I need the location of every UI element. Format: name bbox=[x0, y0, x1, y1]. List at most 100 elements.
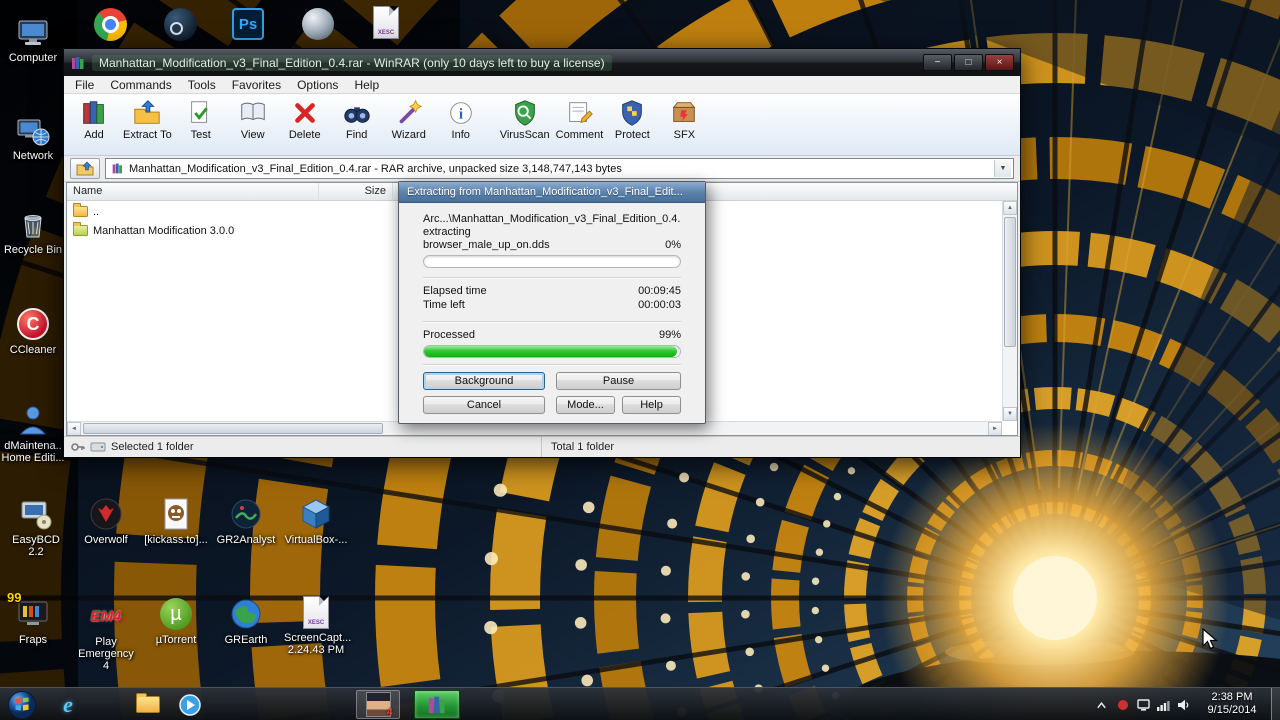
menu-commands[interactable]: Commands bbox=[102, 77, 179, 93]
desktop-icon-fraps[interactable]: 99 Fraps bbox=[1, 590, 65, 646]
desktop-icon-label: Recycle Bin bbox=[3, 244, 63, 256]
scroll-down-button[interactable]: ▼ bbox=[1003, 407, 1017, 421]
status-selected-text: Selected 1 folder bbox=[111, 441, 194, 453]
desktop-icon-overwolf[interactable]: Overwolf bbox=[74, 496, 138, 546]
desktop-icon-chrome[interactable] bbox=[88, 6, 132, 42]
background-button[interactable]: Background bbox=[423, 372, 545, 390]
desktop-icon-label: Play Emergency 4 bbox=[78, 636, 134, 672]
taskbar-media-player-button[interactable] bbox=[170, 690, 210, 719]
maximize-button[interactable]: □ bbox=[954, 54, 983, 71]
desktop-icon-utorrent[interactable]: µ µTorrent bbox=[144, 596, 208, 646]
archive-path-line: Arc...\Manhattan_Modification_v3_Final_E… bbox=[423, 213, 681, 225]
desktop-icon-label: GREarth bbox=[224, 634, 268, 646]
minimize-button[interactable]: − bbox=[923, 54, 952, 71]
desktop-icon-gray-sphere[interactable] bbox=[296, 6, 340, 42]
toolbar-extract-button[interactable]: Extract To bbox=[120, 97, 175, 141]
up-one-level-button[interactable] bbox=[70, 158, 100, 179]
photoshop-icon: Ps bbox=[230, 6, 266, 42]
desktop-icon-screencapture[interactable]: XESC ScreenCapt... 2.24.43 PM bbox=[284, 594, 352, 656]
tray-volume-icon[interactable] bbox=[1174, 688, 1192, 720]
taskbar-ie-button[interactable]: e bbox=[48, 690, 88, 719]
desktop-icon-kickass[interactable]: [kickass.to]... bbox=[144, 496, 208, 546]
toolbar-label: SFX bbox=[673, 129, 696, 141]
taskbar-winrar-button[interactable] bbox=[414, 690, 460, 719]
tray-display-icon[interactable] bbox=[1134, 688, 1152, 720]
toolbar-view-button[interactable]: View bbox=[227, 97, 279, 141]
menu-tools[interactable]: Tools bbox=[180, 77, 224, 93]
desktop-icon-xesc[interactable]: XESC bbox=[364, 4, 408, 40]
tray-ccleaner-icon[interactable] bbox=[1114, 688, 1132, 720]
desktop-icon-grearth[interactable]: GREarth bbox=[214, 596, 278, 646]
info-icon: i bbox=[445, 98, 477, 128]
desktop-icon-computer[interactable]: Computer bbox=[1, 14, 65, 64]
desktop-icon-emergency4[interactable]: EM4 Play Emergency 4 bbox=[74, 598, 138, 673]
hidden-icons-button[interactable] bbox=[1092, 688, 1110, 720]
divider bbox=[423, 321, 681, 323]
toolbar-info-button[interactable]: i Info bbox=[435, 97, 487, 141]
archive-path-combo[interactable]: Manhattan_Modification_v3_Final_Edition_… bbox=[105, 158, 1014, 179]
toolbar-add-button[interactable]: Add bbox=[68, 97, 120, 141]
desktop-icon-dmaintenance[interactable]: dMaintena.. Home Editi... bbox=[1, 402, 65, 464]
toolbar-virusscan-button[interactable]: VirusScan bbox=[497, 97, 553, 141]
folder-up-icon bbox=[76, 161, 94, 176]
scroll-up-button[interactable]: ▲ bbox=[1003, 201, 1017, 215]
start-button[interactable] bbox=[2, 690, 42, 719]
toolbar-protect-button[interactable]: Protect bbox=[606, 97, 658, 141]
file-name: Manhattan Modification 3.0.0 bbox=[93, 224, 235, 237]
dialog-buttons-row1: Background Pause bbox=[423, 372, 681, 390]
scroll-right-button[interactable]: ► bbox=[988, 422, 1002, 435]
dialog-buttons-row2: Cancel Mode... Help bbox=[423, 396, 681, 414]
extract-dialog-titlebar[interactable]: Extracting from Manhattan_Modification_v… bbox=[399, 182, 705, 203]
taskbar-explorer-button[interactable] bbox=[128, 690, 168, 719]
desktop-icon-photoshop[interactable]: Ps bbox=[226, 6, 270, 42]
toolbar-wizard-button[interactable]: Wizard bbox=[383, 97, 435, 141]
tray-network-icon[interactable] bbox=[1154, 688, 1172, 720]
menu-file[interactable]: File bbox=[67, 77, 102, 93]
winrar-titlebar[interactable]: Manhattan_Modification_v3_Final_Edition_… bbox=[64, 49, 1020, 76]
combo-dropdown-button[interactable]: ▼ bbox=[994, 160, 1011, 177]
taskbar-clock[interactable]: 2:38 PM 9/15/2014 bbox=[1198, 691, 1266, 717]
column-header-size[interactable]: Size bbox=[319, 183, 393, 200]
menu-options[interactable]: Options bbox=[289, 77, 346, 93]
overwolf-icon bbox=[88, 496, 124, 532]
desktop-icon-virtualbox[interactable]: VirtualBox-... bbox=[284, 496, 348, 546]
toolbar-delete-button[interactable]: Delete bbox=[279, 97, 331, 141]
show-desktop-button[interactable] bbox=[1271, 688, 1280, 720]
toolbar-label: Find bbox=[346, 129, 368, 141]
fraps-fps-counter: 99 bbox=[7, 590, 22, 605]
folder-up-icon bbox=[73, 203, 88, 217]
mode-button[interactable]: Mode... bbox=[556, 396, 615, 414]
clock-time: 2:38 PM bbox=[1211, 691, 1253, 703]
desktop-icon-label: Fraps bbox=[18, 634, 48, 646]
toolbar-label: Test bbox=[190, 129, 211, 141]
desktop-icon-label: ScreenCapt... 2.24.43 PM bbox=[284, 632, 352, 656]
column-header-name[interactable]: Name bbox=[67, 183, 319, 200]
desktop-icon-easybcd[interactable]: EasyBCD 2.2 bbox=[4, 496, 68, 558]
toolbar-test-button[interactable]: Test bbox=[175, 97, 227, 141]
menu-help[interactable]: Help bbox=[346, 77, 387, 93]
desktop-icon-network[interactable]: Network bbox=[1, 112, 65, 162]
menu-favorites[interactable]: Favorites bbox=[224, 77, 289, 93]
taskbar-photo-viewer-button[interactable]: 4 bbox=[356, 690, 400, 719]
cancel-button[interactable]: Cancel bbox=[423, 396, 545, 414]
statusbar: Selected 1 folder Total 1 folder bbox=[64, 436, 1020, 457]
scroll-left-button[interactable]: ◄ bbox=[67, 422, 81, 435]
virtualbox-icon bbox=[298, 496, 334, 532]
toolbar-comment-button[interactable]: Comment bbox=[553, 97, 607, 141]
desktop-icon-ccleaner[interactable]: C CCleaner bbox=[1, 306, 65, 356]
desktop-icon-steam[interactable] bbox=[158, 6, 202, 42]
dialog-buttons-group: Mode... Help bbox=[556, 396, 681, 414]
folder-icon bbox=[73, 222, 88, 236]
desktop-icon-gr2analyst[interactable]: GR2Analyst bbox=[214, 496, 278, 546]
close-button[interactable]: × bbox=[985, 54, 1014, 71]
horizontal-scroll-thumb[interactable] bbox=[83, 423, 383, 434]
vertical-scroll-thumb[interactable] bbox=[1004, 217, 1016, 347]
toolbar-find-button[interactable]: Find bbox=[331, 97, 383, 141]
protect-icon bbox=[616, 98, 648, 128]
vertical-scrollbar[interactable]: ▲ ▼ bbox=[1002, 201, 1017, 421]
pause-button[interactable]: Pause bbox=[556, 372, 681, 390]
desktop-icon-recycle-bin[interactable]: Recycle Bin bbox=[1, 206, 65, 256]
toolbar-sfx-button[interactable]: SFX bbox=[658, 97, 710, 141]
help-button[interactable]: Help bbox=[622, 396, 681, 414]
toolbar-label: View bbox=[240, 129, 265, 141]
